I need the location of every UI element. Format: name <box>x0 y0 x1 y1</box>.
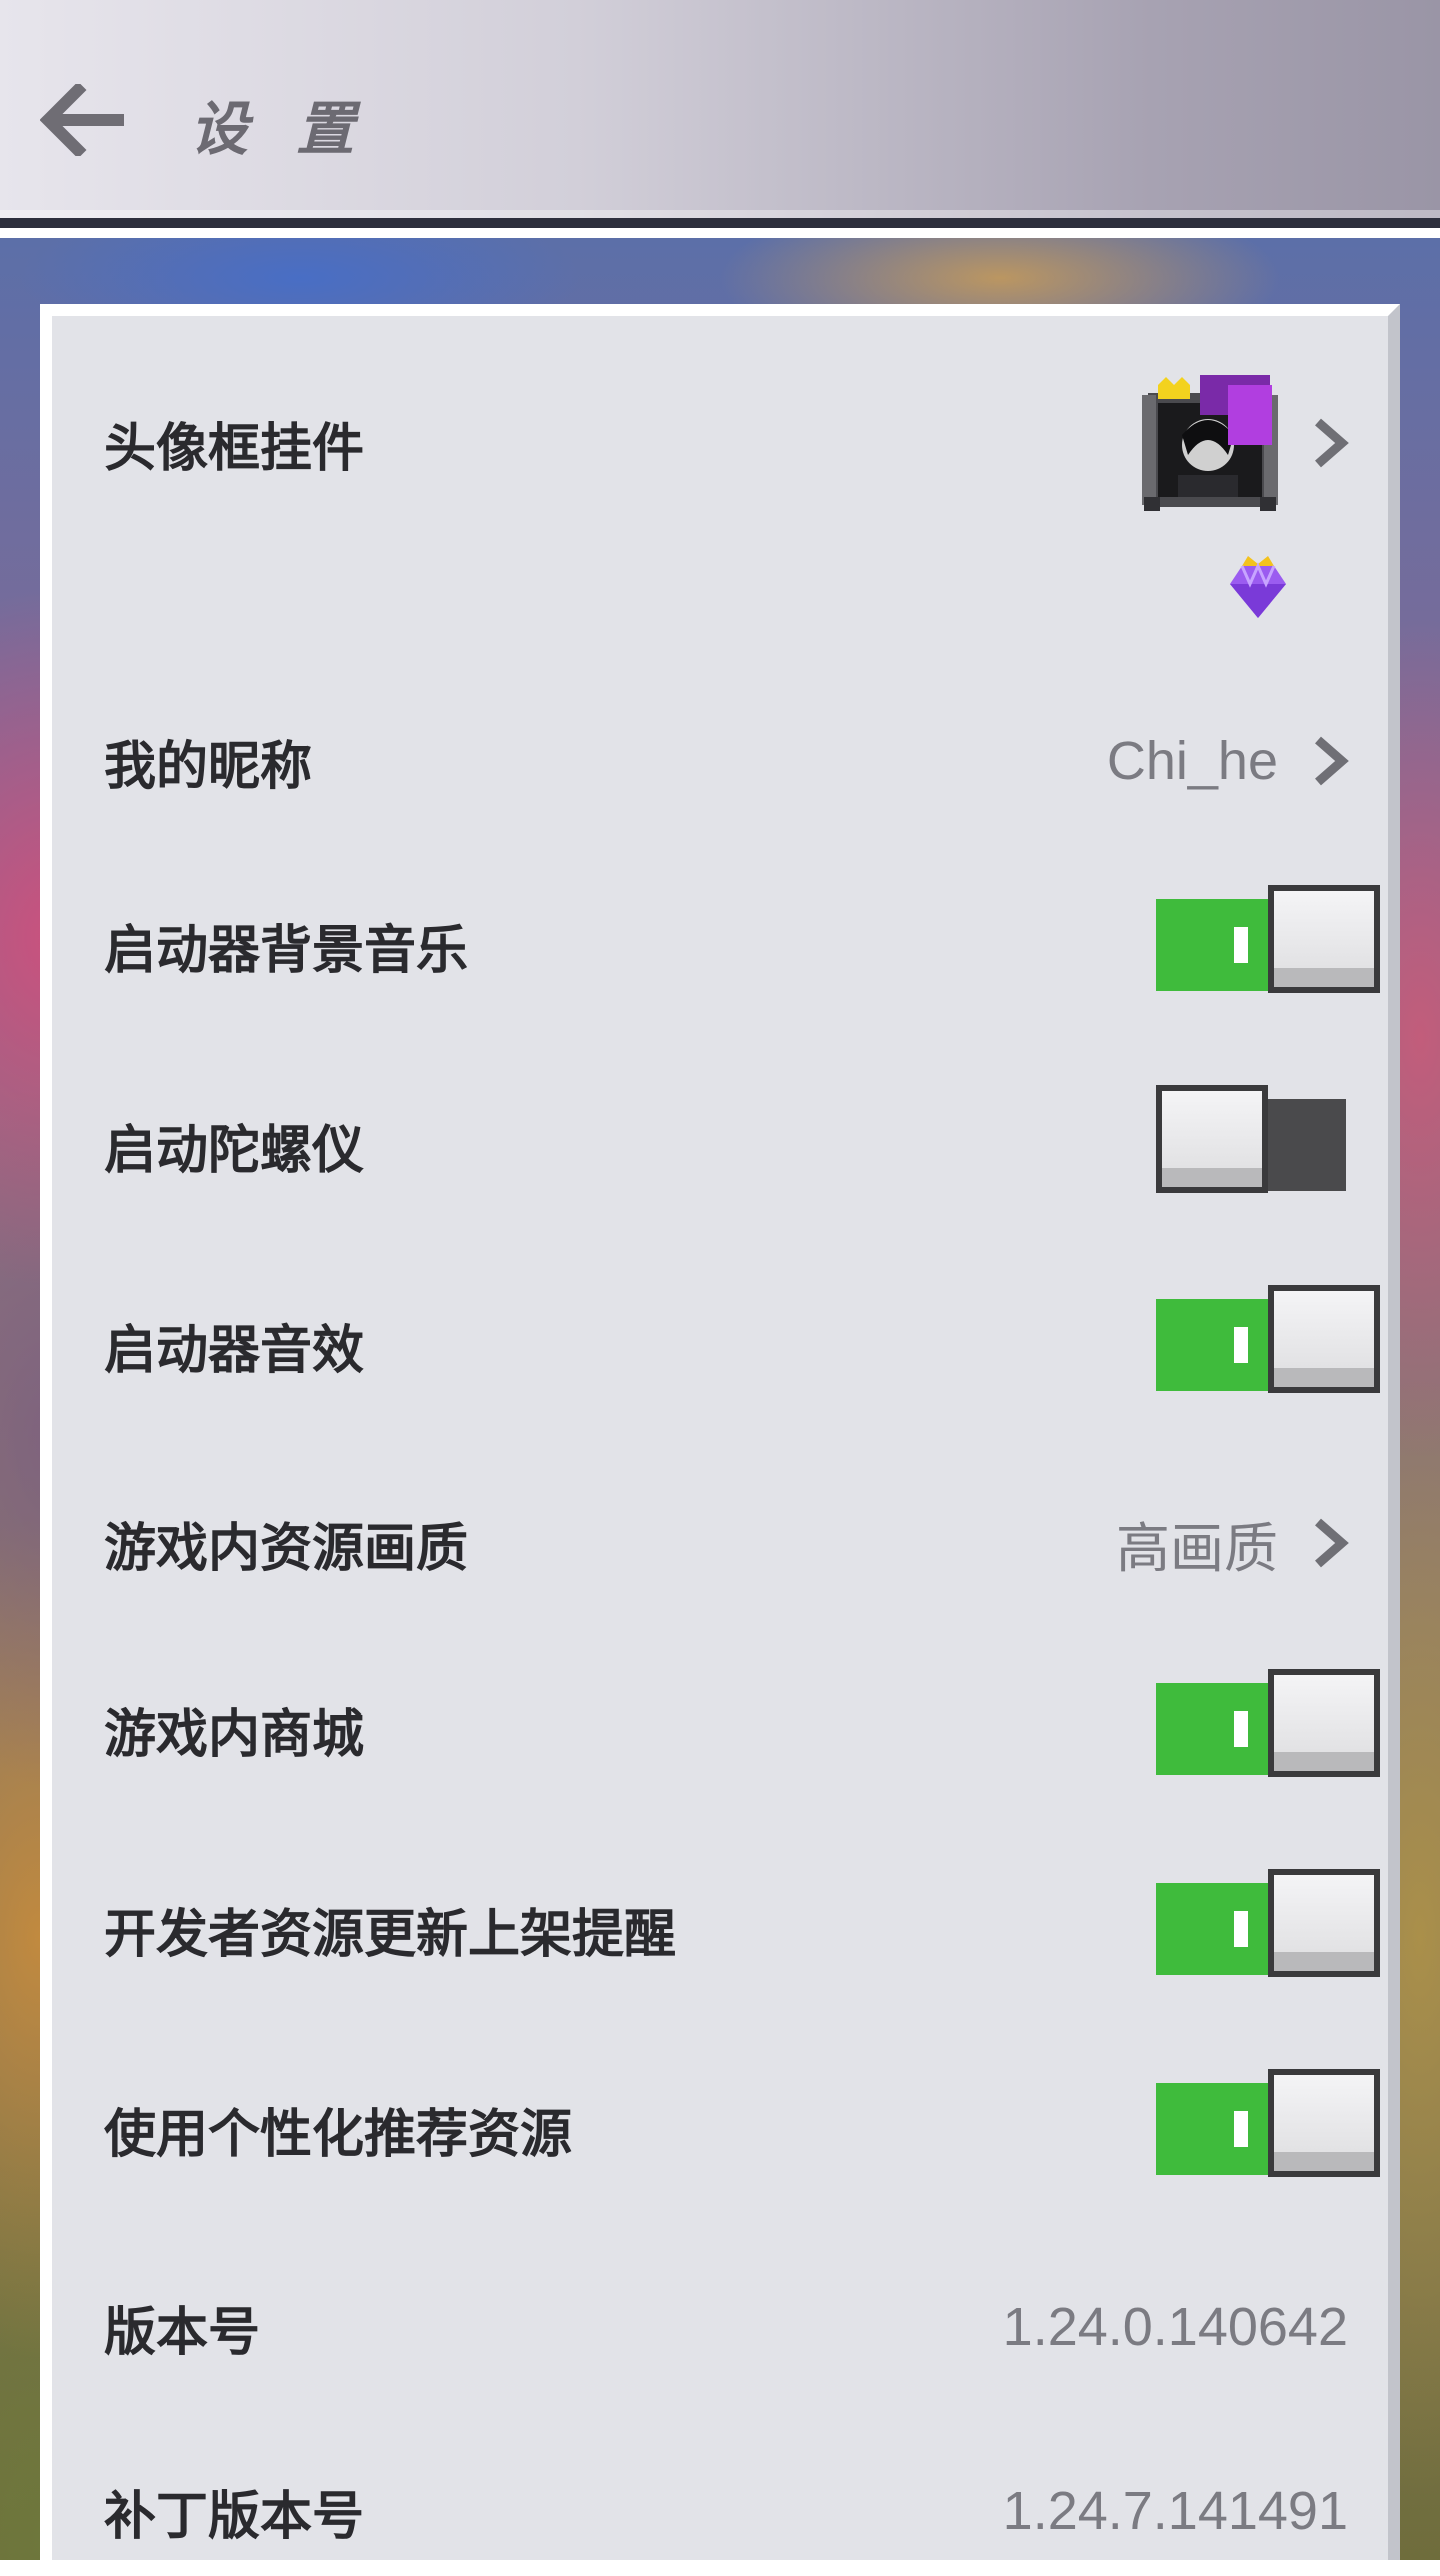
setting-personalized-recommend: 使用个性化推荐资源 <box>52 2064 1388 2194</box>
setting-label: 我的昵称 <box>104 736 313 797</box>
in-game-store-toggle[interactable] <box>1156 1669 1380 1789</box>
setting-label: 补丁版本号 <box>104 2486 365 2547</box>
arrow-left-icon <box>40 84 124 156</box>
gem-icon <box>1228 552 1288 622</box>
setting-label: 游戏内资源画质 <box>104 1518 469 1579</box>
personalized-recommend-toggle[interactable] <box>1156 2069 1380 2189</box>
setting-resource-quality[interactable]: 游戏内资源画质 高画质 <box>52 1478 1388 1608</box>
setting-label: 头像框挂件 <box>104 418 365 479</box>
setting-label: 启动器音效 <box>104 1320 365 1381</box>
nickname-value: Chi_he <box>1106 731 1278 791</box>
setting-version: 版本号 1.24.0.140642 <box>52 2262 1388 2392</box>
setting-label: 开发者资源更新上架提醒 <box>104 1904 677 1965</box>
version-value: 1.24.0.140642 <box>1002 2297 1348 2357</box>
bg-music-toggle[interactable] <box>1156 885 1380 1005</box>
top-bar: 设 置 <box>0 0 1440 228</box>
setting-avatar-frame[interactable]: 头像框挂件 <box>52 368 1388 518</box>
setting-label: 游戏内商城 <box>104 1704 365 1765</box>
setting-label: 启动陀螺仪 <box>104 1120 365 1181</box>
setting-in-game-store: 游戏内商城 <box>52 1664 1388 1794</box>
avatar-frame-image <box>1142 375 1278 511</box>
back-button[interactable] <box>30 70 140 170</box>
setting-nickname[interactable]: 我的昵称 Chi_he <box>52 696 1388 826</box>
setting-patch-version: 补丁版本号 1.24.7.141491 <box>52 2446 1388 2576</box>
setting-gyroscope: 启动陀螺仪 <box>52 1080 1388 1210</box>
patch-version-value: 1.24.7.141491 <box>1002 2481 1348 2541</box>
gyroscope-toggle[interactable] <box>1156 1085 1348 1205</box>
setting-bg-music: 启动器背景音乐 <box>52 880 1388 1010</box>
chevron-right-icon <box>1300 731 1360 791</box>
dev-update-reminder-toggle[interactable] <box>1156 1869 1380 1989</box>
chevron-right-icon <box>1300 413 1360 473</box>
setting-dev-update-reminder: 开发者资源更新上架提醒 <box>52 1864 1388 1994</box>
setting-label: 版本号 <box>104 2302 261 2363</box>
chevron-right-icon <box>1300 1513 1360 1573</box>
setting-label: 启动器背景音乐 <box>104 920 469 981</box>
settings-panel: 头像框挂件 我的昵称 Chi_he 启动器背景音乐 启动陀螺仪 启动器音效 游戏… <box>40 304 1400 2560</box>
sound-effects-toggle[interactable] <box>1156 1285 1380 1405</box>
setting-label: 使用个性化推荐资源 <box>104 2104 573 2165</box>
quality-value: 高画质 <box>1116 1518 1278 1579</box>
page-title: 设 置 <box>190 95 369 163</box>
setting-sound-effects: 启动器音效 <box>52 1280 1388 1410</box>
